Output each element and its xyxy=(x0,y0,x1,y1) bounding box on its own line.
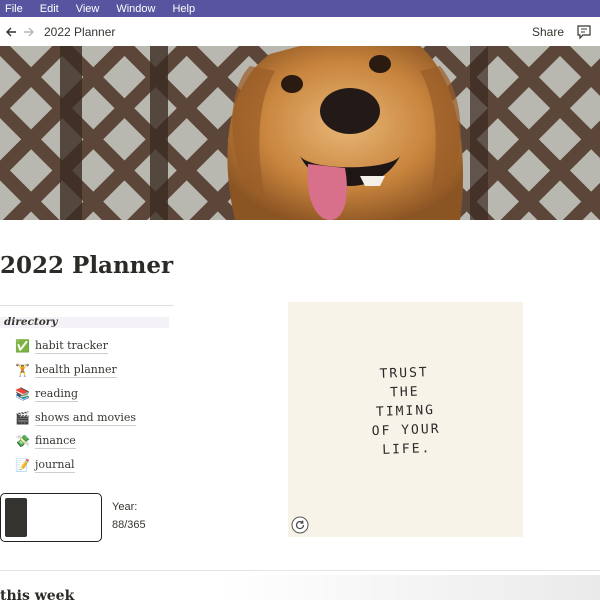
weightlifter-icon: 🏋 xyxy=(15,363,30,377)
divider xyxy=(0,305,174,306)
directory-item-health-planner[interactable]: 🏋 health planner xyxy=(15,362,117,378)
year-progress-label: Year: xyxy=(112,501,138,513)
comment-icon[interactable] xyxy=(576,24,592,40)
clapper-board-icon: 🎬 xyxy=(15,411,30,425)
page-title: 2022 Planner xyxy=(0,252,174,279)
breadcrumb[interactable]: 2022 Planner xyxy=(44,25,115,39)
directory-item-label: shows and movies xyxy=(35,410,137,426)
directory-item-reading[interactable]: 📚 reading xyxy=(15,386,79,402)
share-button[interactable]: Share xyxy=(532,25,564,39)
overlay-shadow xyxy=(220,575,600,600)
refresh-icon[interactable] xyxy=(291,516,309,534)
this-week-heading: this week xyxy=(0,588,75,604)
money-wings-icon: 💸 xyxy=(15,434,30,448)
cover-image xyxy=(0,46,600,220)
forward-arrow-icon[interactable] xyxy=(22,25,36,39)
memo-icon: 📝 xyxy=(15,458,30,472)
menu-file[interactable]: File xyxy=(5,3,23,15)
year-progress-fill xyxy=(5,498,27,537)
year-progress-bar xyxy=(0,493,102,542)
directory-item-label: finance xyxy=(35,433,76,449)
menu-bar: File Edit View Window Help xyxy=(0,0,600,17)
menu-help[interactable]: Help xyxy=(172,3,195,15)
directory-item-journal[interactable]: 📝 journal xyxy=(15,457,75,473)
top-bar: 2022 Planner Share xyxy=(0,17,600,46)
quote-text: TRUST THE TIMING OF YOUR LIFE. xyxy=(286,360,524,463)
year-progress-value: 88/365 xyxy=(112,519,146,531)
directory-item-label: health planner xyxy=(35,362,117,378)
books-icon: 📚 xyxy=(15,387,30,401)
menu-window[interactable]: Window xyxy=(116,3,155,15)
directory-item-habit-tracker[interactable]: ✅ habit tracker xyxy=(15,338,108,354)
menu-edit[interactable]: Edit xyxy=(40,3,59,15)
check-mark-icon: ✅ xyxy=(15,339,30,353)
menu-view[interactable]: View xyxy=(76,3,100,15)
back-arrow-icon[interactable] xyxy=(4,25,18,39)
directory-item-label: reading xyxy=(35,386,79,402)
directory-item-label: habit tracker xyxy=(35,338,108,354)
directory-heading: directory xyxy=(0,317,169,328)
quote-image: TRUST THE TIMING OF YOUR LIFE. xyxy=(288,302,523,537)
directory-item-finance[interactable]: 💸 finance xyxy=(15,433,76,449)
directory-item-shows-and-movies[interactable]: 🎬 shows and movies xyxy=(15,410,137,426)
directory-item-label: journal xyxy=(35,457,75,473)
section-divider xyxy=(0,570,600,571)
